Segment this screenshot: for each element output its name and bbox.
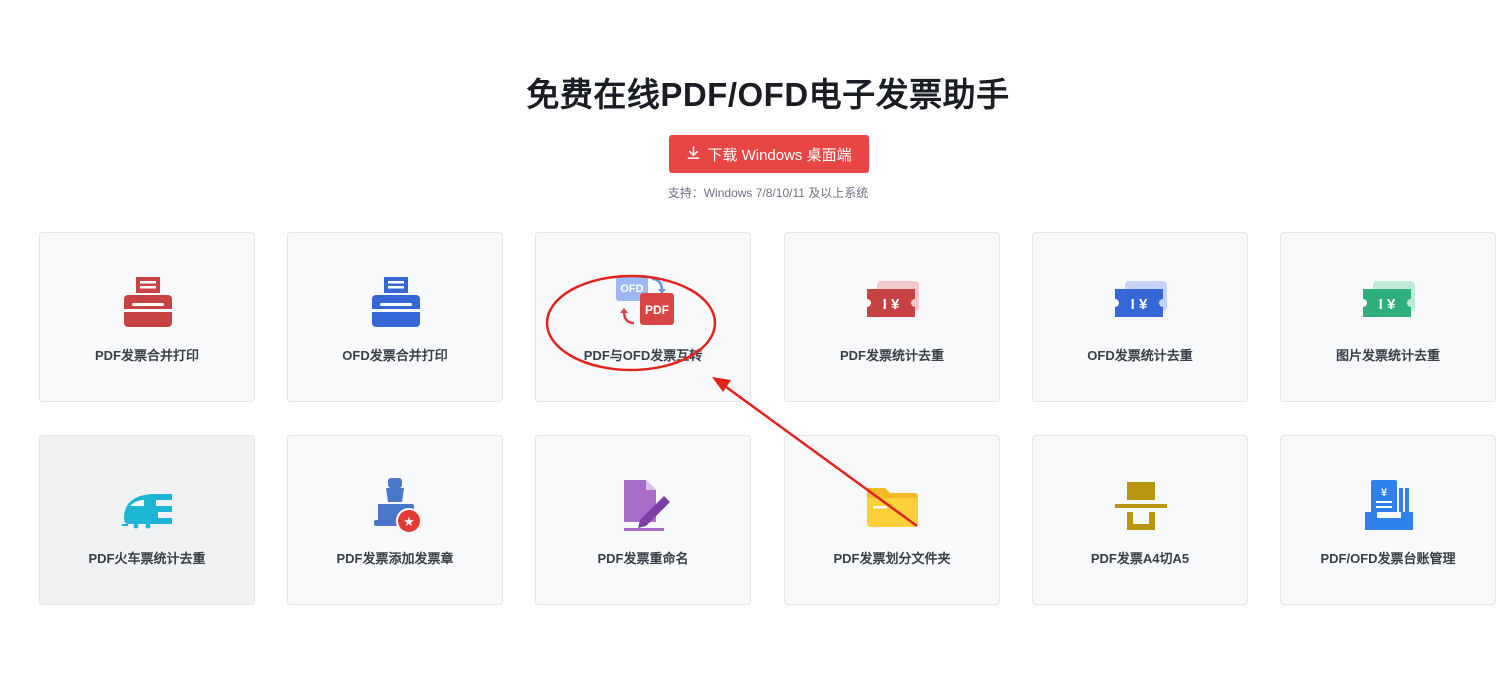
tool-label: OFD发票统计去重 — [1087, 348, 1193, 363]
tool-label: OFD发票合并打印 — [342, 348, 448, 363]
tool-label: PDF发票重命名 — [597, 551, 689, 566]
printer-blue-icon — [364, 271, 428, 335]
tool-card-ofd-merge-print[interactable]: OFD发票合并打印 — [287, 232, 503, 402]
tool-card-a4-to-a5[interactable]: PDF发票A4切A5 — [1032, 435, 1248, 605]
tool-card-ofd-dedupe[interactable]: I ¥ OFD发票统计去重 — [1032, 232, 1248, 402]
tool-label: PDF/OFD发票台账管理 — [1320, 551, 1456, 566]
tool-label: PDF发票A4切A5 — [1090, 551, 1190, 566]
train-icon — [116, 474, 180, 538]
tool-card-add-stamp[interactable]: ★ PDF发票添加发票章 — [287, 435, 503, 605]
tool-label: PDF与OFD发票互转 — [583, 348, 703, 363]
svg-text:OFD: OFD — [620, 283, 643, 295]
download-windows-button[interactable]: 下载 Windows 桌面端 — [669, 135, 869, 173]
page-title: 免费在线PDF/OFD电子发票助手 — [526, 76, 1010, 113]
tool-card-image-dedupe[interactable]: I ¥ 图片发票统计去重 — [1280, 232, 1496, 402]
cut-a4-a5-icon — [1109, 474, 1173, 538]
tool-card-pdf-dedupe[interactable]: I ¥ PDF发票统计去重 — [784, 232, 1000, 402]
stamp-icon: ★ — [364, 474, 428, 538]
folder-icon — [861, 474, 925, 538]
svg-text:I ¥: I ¥ — [1131, 296, 1148, 313]
rename-edit-icon — [612, 474, 676, 538]
ticket-yen-green-icon: I ¥ — [1357, 271, 1421, 335]
system-support-text: 支持：Windows 7/8/10/11 及以上系统 — [667, 186, 869, 200]
svg-text:PDF: PDF — [645, 303, 669, 317]
tool-card-pdf-merge-print[interactable]: PDF发票合并打印 — [39, 232, 255, 402]
tool-card-split-folders[interactable]: PDF发票划分文件夹 — [784, 435, 1000, 605]
tool-card-rename[interactable]: PDF发票重命名 — [535, 435, 751, 605]
download-button-label: 下载 Windows 桌面端 — [707, 146, 852, 164]
tool-label: PDF发票添加发票章 — [336, 551, 454, 566]
printer-red-icon — [116, 271, 180, 335]
ofd-pdf-convert-icon: OFD PDF — [612, 271, 676, 335]
svg-text:I ¥: I ¥ — [883, 296, 900, 313]
svg-text:¥: ¥ — [1381, 487, 1388, 499]
download-icon — [686, 145, 701, 164]
tool-label: PDF发票划分文件夹 — [833, 551, 951, 566]
tool-label: PDF火车票统计去重 — [88, 551, 206, 566]
tool-label: PDF发票统计去重 — [839, 348, 944, 363]
tool-card-ledger[interactable]: ¥ PDF/OFD发票台账管理 — [1280, 435, 1496, 605]
tool-label: 图片发票统计去重 — [1335, 348, 1440, 363]
tool-card-train-dedupe[interactable]: PDF火车票统计去重 — [39, 435, 255, 605]
ledger-icon: ¥ — [1357, 474, 1421, 538]
tool-card-pdf-ofd-convert[interactable]: OFD PDF PDF与OFD发票互转 — [535, 232, 751, 402]
ticket-yen-red-icon: I ¥ — [861, 271, 925, 335]
svg-text:I ¥: I ¥ — [1379, 296, 1396, 313]
ticket-yen-blue-icon: I ¥ — [1109, 271, 1173, 335]
tool-label: PDF发票合并打印 — [94, 348, 199, 363]
svg-text:★: ★ — [403, 515, 415, 530]
